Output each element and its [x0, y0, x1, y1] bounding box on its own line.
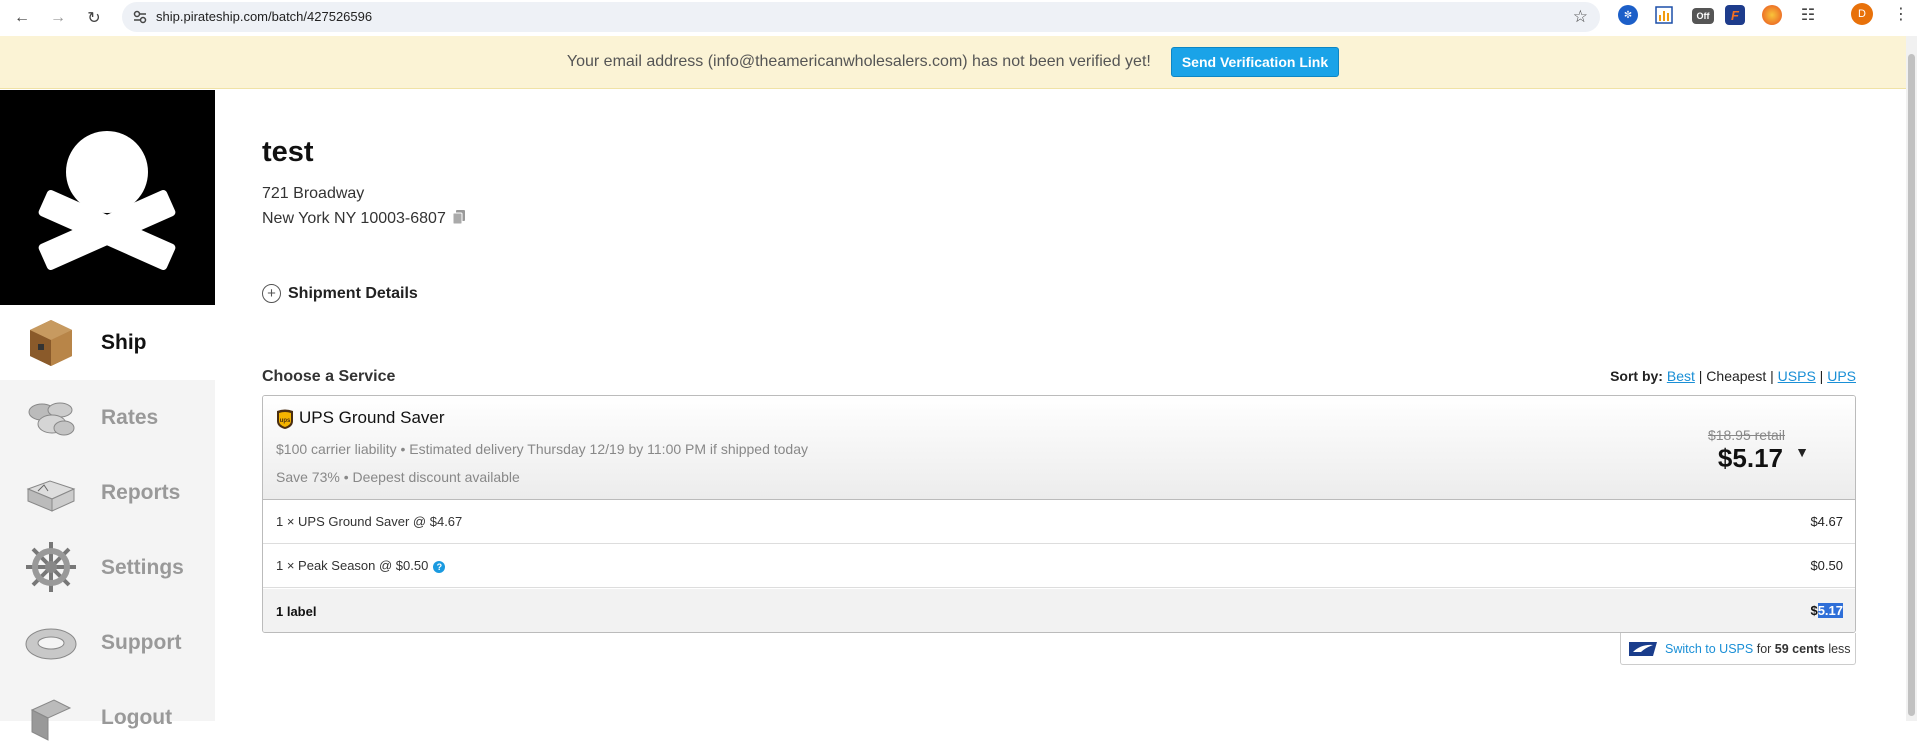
line-item-label: 1 × UPS Ground Saver @ $4.67	[276, 514, 463, 529]
service-card: ups UPS Ground Saver $100 carrier liabil…	[262, 395, 1856, 633]
line-item-amount: $4.67	[1810, 514, 1843, 529]
sidebar-item-label: Rates	[101, 405, 159, 429]
sidebar-item-label: Logout	[101, 705, 173, 729]
verification-banner: Your email address (info@theamericanwhol…	[0, 36, 1906, 89]
sidebar-item-settings[interactable]: Settings	[0, 530, 215, 605]
banner-message: Your email address (info@theamericanwhol…	[566, 53, 1151, 70]
ext-firefox-icon[interactable]	[1762, 5, 1782, 25]
switch-usps-box: Switch to USPS for 59 cents less	[1620, 633, 1856, 665]
coins-icon	[28, 402, 75, 436]
scrollbar-thumb[interactable]	[1908, 54, 1915, 716]
ext-f-icon[interactable]: F	[1725, 5, 1745, 25]
reload-icon[interactable]: ↻	[82, 6, 106, 30]
ship-wheel-icon	[26, 542, 76, 592]
switch-usps-text: Switch to USPS for 59 cents less	[1665, 642, 1851, 656]
recipient-name: test	[262, 136, 314, 168]
sidebar-item-support[interactable]: Support	[0, 605, 215, 680]
sidebar-item-label: Settings	[101, 555, 184, 579]
address-bar[interactable]: ship.pirateship.com/batch/427526596 ☆	[122, 2, 1600, 32]
skull-crossbones-icon	[38, 131, 176, 270]
ups-logo-icon: ups	[277, 409, 293, 429]
info-icon[interactable]: ?	[433, 561, 446, 573]
sort-options: Sort by: Best | Cheapest | USPS | UPS	[1610, 368, 1856, 384]
service-price: $5.17	[1717, 443, 1783, 473]
address-line1: 721 Broadway	[262, 185, 365, 202]
box-icon	[30, 320, 72, 366]
logout-icon	[30, 699, 72, 741]
sort-best-link[interactable]: Best	[1667, 368, 1695, 384]
sidebar: Ship Rates Reports Settings Support Logo…	[0, 90, 215, 741]
profile-avatar[interactable]: D	[1851, 3, 1873, 25]
send-verification-button[interactable]: Send Verification Link	[1170, 47, 1340, 77]
browser-menu-icon[interactable]: ⋮	[1893, 4, 1909, 24]
retail-price: $18.95 retail	[1707, 427, 1785, 443]
sort-cheapest-current: Cheapest	[1706, 368, 1767, 384]
total-amount: $5.17	[1810, 603, 1843, 618]
ext-chart-icon[interactable]	[1654, 5, 1674, 25]
total-value: 5.17	[1817, 603, 1843, 618]
service-meta: $100 carrier liability • Estimated deliv…	[276, 441, 808, 457]
forward-icon[interactable]: →	[46, 6, 70, 30]
switch-middle: for	[1756, 641, 1772, 656]
copy-icon[interactable]	[452, 209, 466, 225]
choose-service-title: Choose a Service	[262, 368, 396, 385]
sidebar-item-logout[interactable]: Logout	[0, 680, 215, 755]
ext-puzzle-icon[interactable]: ☷	[1798, 5, 1818, 25]
svg-text:ups: ups	[280, 418, 291, 424]
chevron-down-icon[interactable]: ▼	[1795, 444, 1809, 460]
switch-to-usps-link[interactable]: Switch to USPS	[1665, 642, 1753, 656]
service-header[interactable]: ups UPS Ground Saver $100 carrier liabil…	[263, 396, 1855, 500]
address-line2: New York NY 10003-6807	[262, 210, 446, 227]
site-settings-icon[interactable]	[132, 9, 148, 25]
bookmark-star-icon[interactable]: ☆	[1573, 7, 1588, 27]
browser-toolbar: ← → ↻ ship.pirateship.com/batch/42752659…	[0, 0, 1917, 36]
sidebar-item-ship[interactable]: Ship	[0, 305, 215, 380]
plus-circle-icon: +	[262, 284, 281, 303]
total-label: 1 label	[276, 604, 317, 619]
book-icon	[26, 480, 76, 512]
shipment-details-label: Shipment Details	[288, 284, 418, 302]
sidebar-item-reports[interactable]: Reports	[0, 455, 215, 530]
sort-by-label: Sort by:	[1610, 368, 1663, 384]
line-item: 1 × Peak Season @ $0.50? $0.50	[263, 544, 1855, 588]
back-icon[interactable]: ←	[10, 6, 34, 30]
sidebar-item-label: Reports	[101, 480, 181, 504]
ext-off-icon[interactable]: Off	[1692, 8, 1714, 24]
usps-eagle-icon	[1629, 641, 1657, 656]
service-savings: Save 73% • Deepest discount available	[276, 469, 520, 485]
page-scrollbar[interactable]	[1906, 36, 1917, 721]
address-line2-row: New York NY 10003-6807	[262, 209, 466, 228]
life-ring-icon	[25, 628, 77, 660]
shipment-details-toggle[interactable]: + Shipment Details	[262, 284, 418, 303]
line-item-label-row: 1 × Peak Season @ $0.50?	[276, 558, 446, 573]
line-item-label: 1 × Peak Season @ $0.50	[276, 558, 429, 573]
total-currency: $	[1810, 603, 1818, 618]
service-name: UPS Ground Saver	[299, 408, 445, 427]
sidebar-item-label: Ship	[101, 330, 147, 354]
url-text[interactable]: ship.pirateship.com/batch/427526596	[156, 9, 372, 24]
switch-savings: 59 cents	[1774, 641, 1825, 656]
ext-blue-icon[interactable]: ✼	[1618, 5, 1638, 25]
pirate-ship-logo[interactable]	[0, 90, 215, 305]
line-item: 1 × UPS Ground Saver @ $4.67 $4.67	[263, 500, 1855, 544]
line-item-amount: $0.50	[1810, 558, 1843, 573]
sort-ups-link[interactable]: UPS	[1827, 368, 1856, 384]
sort-usps-link[interactable]: USPS	[1778, 368, 1816, 384]
sidebar-item-rates[interactable]: Rates	[0, 380, 215, 455]
switch-suffix: less	[1828, 641, 1851, 656]
sidebar-item-label: Support	[101, 630, 182, 654]
total-row: 1 label $5.17	[263, 589, 1855, 632]
